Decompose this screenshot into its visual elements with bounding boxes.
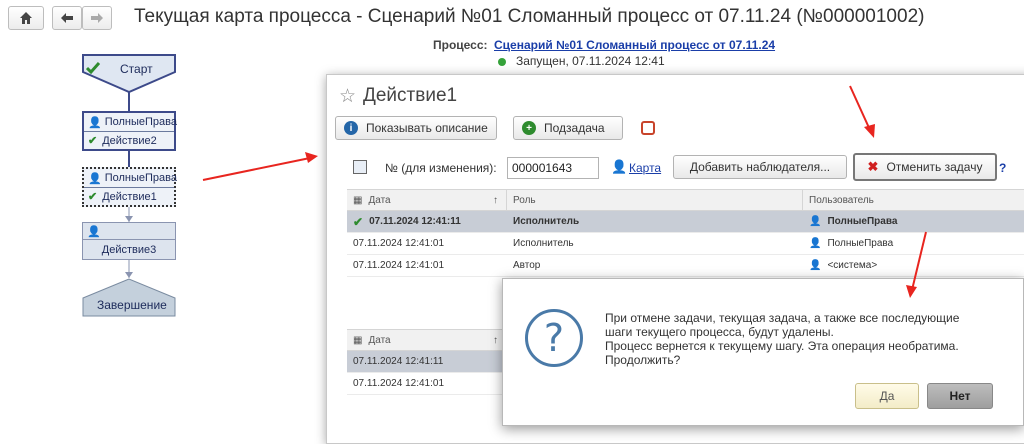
window-title: Действие1: [363, 85, 458, 106]
info-icon: i: [344, 121, 358, 135]
header-date[interactable]: ▦ Дата ↑: [347, 190, 507, 210]
row-role: Исполнитель: [513, 216, 580, 227]
user-icon: 👤: [88, 116, 102, 129]
subtask-button[interactable]: + Подзадача: [513, 116, 623, 140]
show-description-button[interactable]: i Показывать описание: [335, 116, 497, 140]
help-button[interactable]: ?: [999, 161, 1006, 175]
flow-node-action3[interactable]: 👤 Действие3: [82, 222, 176, 260]
check-icon: ✔: [88, 191, 98, 203]
map-link[interactable]: Карта: [629, 161, 661, 175]
process-label: Процесс:: [433, 38, 488, 52]
number-input[interactable]: 000001643: [507, 157, 599, 179]
user-icon: 👤: [809, 216, 822, 227]
header-role-label: Роль: [513, 194, 536, 206]
header-date-label: Дата: [368, 334, 391, 346]
add-observer-label: Добавить наблюдателя...: [689, 160, 831, 174]
yes-button[interactable]: Да: [855, 383, 919, 409]
calendar-icon: ▦: [353, 194, 363, 206]
node-role: ПолныеПрава: [104, 172, 177, 184]
row-user: ПолныеПрава: [827, 238, 894, 249]
node-action: Действие2: [102, 134, 157, 147]
sort-up-icon: ↑: [493, 194, 498, 206]
node-action: Действие1: [102, 190, 157, 203]
row-user: ПолныеПрава: [827, 216, 898, 227]
header-date[interactable]: ▦ Дата ↑: [347, 330, 507, 350]
header-date-label: Дата: [368, 194, 391, 206]
node-action: Действие3: [101, 243, 157, 256]
subtask-label: Подзадача: [544, 121, 605, 135]
plus-icon: +: [522, 121, 536, 135]
user-icon: 👤: [809, 260, 822, 271]
check-icon: [86, 62, 100, 74]
header-user[interactable]: Пользователь: [803, 190, 1024, 210]
table-row[interactable]: 07.11.2024 12:41:01 Исполнитель 👤 ПолныеП…: [347, 233, 1024, 255]
user-icon: 👤: [809, 238, 822, 249]
table-header: ▦ Дата ↑ Роль Пользователь: [347, 189, 1024, 211]
confirm-line: Продолжить?: [605, 353, 681, 367]
node-role: ПолныеПрава: [104, 116, 177, 128]
cancel-task-label: Отменить задачу: [886, 160, 983, 174]
question-icon: ?: [525, 309, 583, 367]
cross-icon: ✖: [867, 159, 879, 174]
header-role[interactable]: Роль: [507, 190, 803, 210]
row-user: <система>: [827, 260, 878, 271]
check-icon: ✔: [88, 135, 98, 147]
flowchart-connectors: [82, 54, 176, 317]
row-date: 07.11.2024 12:41:01: [353, 238, 445, 249]
star-icon[interactable]: ☆: [339, 85, 356, 108]
user-icon: 👤: [87, 225, 101, 238]
status-dot-icon: [498, 58, 506, 66]
sort-up-icon: ↑: [493, 334, 498, 346]
check-icon: ✔: [353, 214, 364, 229]
row-date: 07.11.2024 12:41:01: [353, 260, 445, 271]
table-row[interactable]: ✔ 07.11.2024 12:41:11 Исполнитель 👤 Полные…: [347, 211, 1024, 233]
cancel-task-button[interactable]: ✖ Отменить задачу: [853, 153, 997, 181]
row-date: 07.11.2024 12:41:01: [353, 378, 445, 389]
table-row[interactable]: 07.11.2024 12:41:01 Автор 👤 <система>: [347, 255, 1024, 277]
flow-start-label: Старт: [120, 62, 153, 76]
network-icon[interactable]: [641, 121, 655, 135]
row-date: 07.11.2024 12:41:11: [353, 356, 444, 367]
no-label: Нет: [949, 389, 971, 403]
no-button[interactable]: Нет: [927, 383, 993, 409]
header-user-label: Пользователь: [809, 194, 874, 206]
confirm-dialog: ? При отмене задачи, текущая задача, а т…: [502, 278, 1024, 426]
add-observer-button[interactable]: Добавить наблюдателя...: [673, 155, 847, 179]
participants-table: ▦ Дата ↑ Роль Пользователь ✔ 07.11.2024 12:…: [347, 189, 1024, 277]
user-icon: 👤: [88, 172, 102, 185]
row-date: 07.11.2024 12:41:11: [369, 216, 461, 227]
flow-node-action1[interactable]: 👤 ПолныеПрава ✔ Действие1: [82, 167, 177, 207]
process-status: Запущен, 07.11.2024 12:41: [516, 54, 665, 68]
confirm-message: При отмене задачи, текущая задача, а так…: [605, 311, 959, 367]
map-icon: 👤: [611, 159, 628, 174]
process-link[interactable]: Сценарий №01 Сломанный процесс от 07.11.…: [494, 38, 775, 52]
calendar-icon: ▦: [353, 334, 363, 346]
row-role: Автор: [513, 260, 541, 271]
number-label: № (для изменения):: [385, 161, 497, 175]
flow-node-action2[interactable]: 👤 ПолныеПрава ✔ Действие2: [82, 111, 177, 151]
calendar-icon: [353, 160, 367, 174]
row-role: Исполнитель: [513, 238, 574, 249]
flow-end-label: Завершение: [97, 298, 167, 312]
confirm-line: При отмене задачи, текущая задача, а так…: [605, 311, 960, 325]
confirm-line: шаги текущего процесса, будут удалены.: [605, 325, 834, 339]
confirm-line: Процесс вернется к текущему шагу. Эта оп…: [605, 339, 959, 353]
yes-label: Да: [879, 389, 895, 403]
show-description-label: Показывать описание: [366, 121, 488, 135]
